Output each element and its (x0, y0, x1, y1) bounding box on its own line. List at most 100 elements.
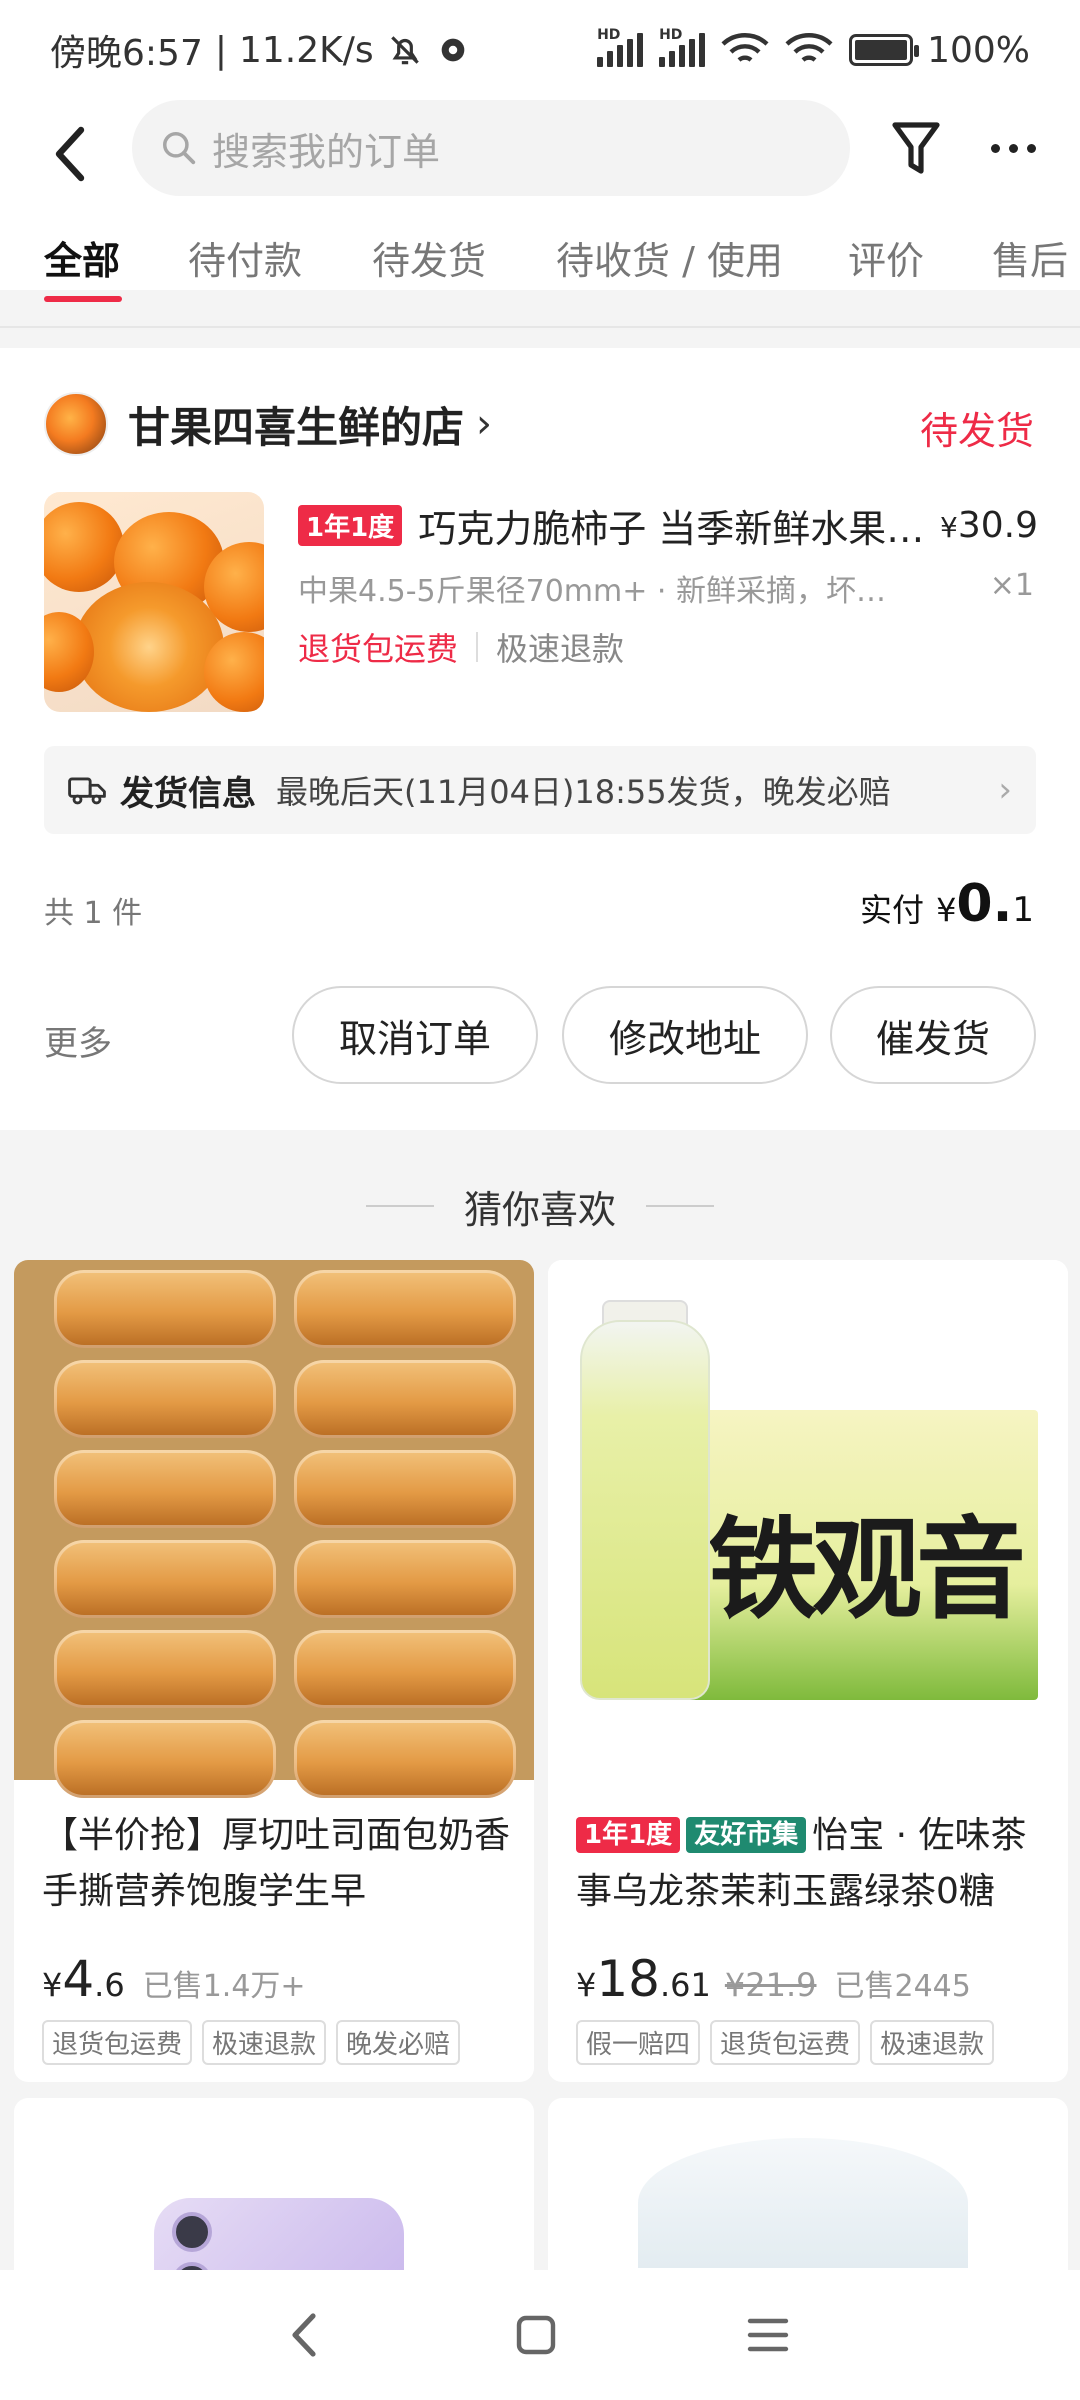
product-image[interactable] (44, 492, 264, 712)
recommend-product-name: 1年1度 友好市集 怡宝 · 佐味茶事乌龙茶茉莉玉露绿茶0糖 (576, 1815, 1027, 1912)
header-divider (0, 326, 1080, 328)
recommend-heading: 猜你喜欢 (463, 1187, 616, 1232)
paid-integer: 0. (956, 874, 1013, 934)
service-tag: 退货包运费 (710, 2020, 861, 2065)
bread-product-image (14, 1260, 534, 1798)
item-count: 共 1 件 (44, 896, 143, 931)
product-quantity: ×1 (989, 568, 1034, 603)
back-arrow-icon (55, 126, 85, 182)
nav-menu-icon (747, 2318, 789, 2352)
more-button[interactable] (978, 112, 1048, 184)
paid-amount: 实付 ¥ 0. 1 (860, 874, 1034, 934)
recommend-product-name: 【半价抢】厚切吐司面包奶香手撕营养饱腹学生早 (42, 1815, 511, 1912)
product-title-row[interactable]: 1年1度 巧克力脆柿子 当季新鲜水果… ¥30.9 (298, 498, 1038, 553)
recommend-price: ¥ 18 .61 ¥21.9 已售2445 (576, 1950, 971, 2008)
status-divider: | (214, 29, 227, 71)
paid-decimal: 1 (1012, 890, 1034, 930)
sold-count: 已售2445 (834, 1969, 971, 2004)
divider-line (646, 1205, 714, 1207)
tea-bottle (580, 1320, 710, 1700)
service-tag: 退货包运费 (42, 2020, 193, 2065)
tab-pending-payment[interactable]: 待付款 (188, 230, 302, 285)
status-speed: 11.2K/s (238, 29, 374, 71)
product-price: ¥30.9 (940, 505, 1038, 546)
return-shipping-tag: 退货包运费 (298, 630, 459, 668)
status-bar: 傍晚6:57 | 11.2K/s HD HD 100% (0, 0, 1080, 100)
header: 搜索我的订单 全部 待付款 待发货 待收货 / 使用 评价 售后 (0, 100, 1080, 302)
recommend-title: 猜你喜欢 (0, 1178, 1080, 1234)
recommend-price: ¥ 4 .6 已售1.4万+ (42, 1950, 306, 2008)
more-icon (990, 143, 1000, 153)
market-badge: 友好市集 (686, 1817, 807, 1853)
recommend-card[interactable]: 铁观音 1年1度 友好市集 怡宝 · 佐味茶事乌龙茶茉莉玉露绿茶0糖 ¥ 18 .6… (548, 1260, 1068, 2082)
battery-percent: 100% (927, 29, 1030, 71)
filter-button[interactable] (884, 112, 948, 184)
cup-product-image (638, 2138, 968, 2268)
sold-count: 已售1.4万+ (142, 1969, 306, 2004)
service-tag: 极速退款 (870, 2020, 995, 2065)
filter-icon (892, 122, 940, 174)
tab-review[interactable]: 评价 (848, 230, 924, 285)
mute-bell-icon (390, 36, 419, 65)
order-tabs: 全部 待付款 待发货 待收货 / 使用 评价 售后 (0, 230, 1080, 290)
wifi-icon-2 (785, 33, 833, 62)
settings-gear-icon (441, 38, 464, 62)
fast-refund-tag: 极速退款 (496, 630, 625, 668)
nav-home-button[interactable] (496, 2300, 576, 2370)
shop-link[interactable]: 甘果四喜生鲜的店 › (44, 392, 492, 456)
system-nav-bar (0, 2270, 1080, 2400)
back-button[interactable] (40, 118, 100, 190)
battery-indicator: 100% (849, 30, 1030, 71)
tab-pending-receipt[interactable]: 待收货 / 使用 (556, 230, 783, 285)
tag-divider (476, 632, 479, 662)
product-title: 巧克力脆柿子 当季新鲜水果… (418, 507, 925, 551)
service-tag: 极速退款 (202, 2020, 327, 2065)
status-right: HD HD 100% (597, 27, 1030, 71)
search-input[interactable]: 搜索我的订单 (132, 100, 850, 196)
year-badge: 1年1度 (576, 1817, 681, 1853)
tea-box: 铁观音 (678, 1410, 1038, 1700)
shipping-text: 最晚后天(11月04日)18:55发货，晚发必赔 (276, 773, 891, 811)
recommend-card[interactable]: 【半价抢】厚切吐司面包奶香手撕营养饱腹学生早 ¥ 4 .6 已售1.4万+ 退货… (14, 1260, 534, 2082)
shop-name: 甘果四喜生鲜的店 (128, 402, 465, 452)
more-actions-link[interactable]: 更多 (44, 1016, 112, 1065)
tab-pending-shipment[interactable]: 待发货 (372, 230, 486, 285)
tab-all[interactable]: 全部 (44, 230, 120, 285)
chevron-right-icon: › (998, 770, 1012, 810)
recommend-tags: 退货包运费 极速退款 晚发必赔 (42, 2020, 461, 2065)
cancel-order-button[interactable]: 取消订单 (292, 986, 538, 1084)
nav-back-button[interactable] (264, 2300, 344, 2370)
signal-2-icon: HD (659, 27, 706, 67)
paid-currency: ¥ (936, 891, 957, 929)
shipping-label: 发货信息 (120, 773, 256, 814)
signal-1-icon: HD (597, 27, 644, 67)
recommend-card[interactable] (14, 2098, 534, 2298)
product-spec: 中果4.5-5斤果径70mm+ · 新鲜采摘，坏… (298, 574, 886, 609)
recommend-card[interactable] (548, 2098, 1068, 2298)
nav-home-icon (516, 2315, 556, 2355)
tea-product-image: 铁观音 (548, 1260, 1068, 1780)
shop-avatar (44, 392, 108, 456)
search-placeholder: 搜索我的订单 (212, 129, 441, 174)
active-tab-indicator (44, 296, 122, 302)
paid-label: 实付 (860, 891, 925, 929)
product-service-tags: 退货包运费 极速退款 (298, 624, 624, 670)
change-address-button[interactable]: 修改地址 (562, 986, 808, 1084)
divider-line (365, 1205, 434, 1207)
original-price: ¥21.9 (724, 1966, 817, 2004)
order-card[interactable]: 甘果四喜生鲜的店 › 待发货 1年1度 巧克力脆柿子 当季新鲜水果… ¥30.9… (0, 348, 1080, 1130)
shipping-info-bar[interactable]: 发货信息 最晚后天(11月04日)18:55发货，晚发必赔 › (44, 746, 1036, 834)
recommend-tags: 假一赔四 退货包运费 极速退款 (576, 2020, 995, 2065)
service-tag: 假一赔四 (576, 2020, 701, 2065)
battery-icon (849, 34, 920, 66)
wifi-icon (721, 33, 769, 62)
chevron-right-icon: › (476, 401, 493, 447)
urge-shipment-button[interactable]: 催发货 (830, 986, 1036, 1084)
status-left: 傍晚6:57 | 11.2K/s (50, 24, 470, 76)
year-badge: 1年1度 (298, 505, 403, 546)
nav-menu-button[interactable] (728, 2300, 808, 2370)
service-tag: 晚发必赔 (336, 2020, 461, 2065)
order-status: 待发货 (919, 409, 1034, 453)
nav-back-icon (292, 2313, 316, 2357)
tab-after-sales[interactable]: 售后 (992, 230, 1068, 285)
